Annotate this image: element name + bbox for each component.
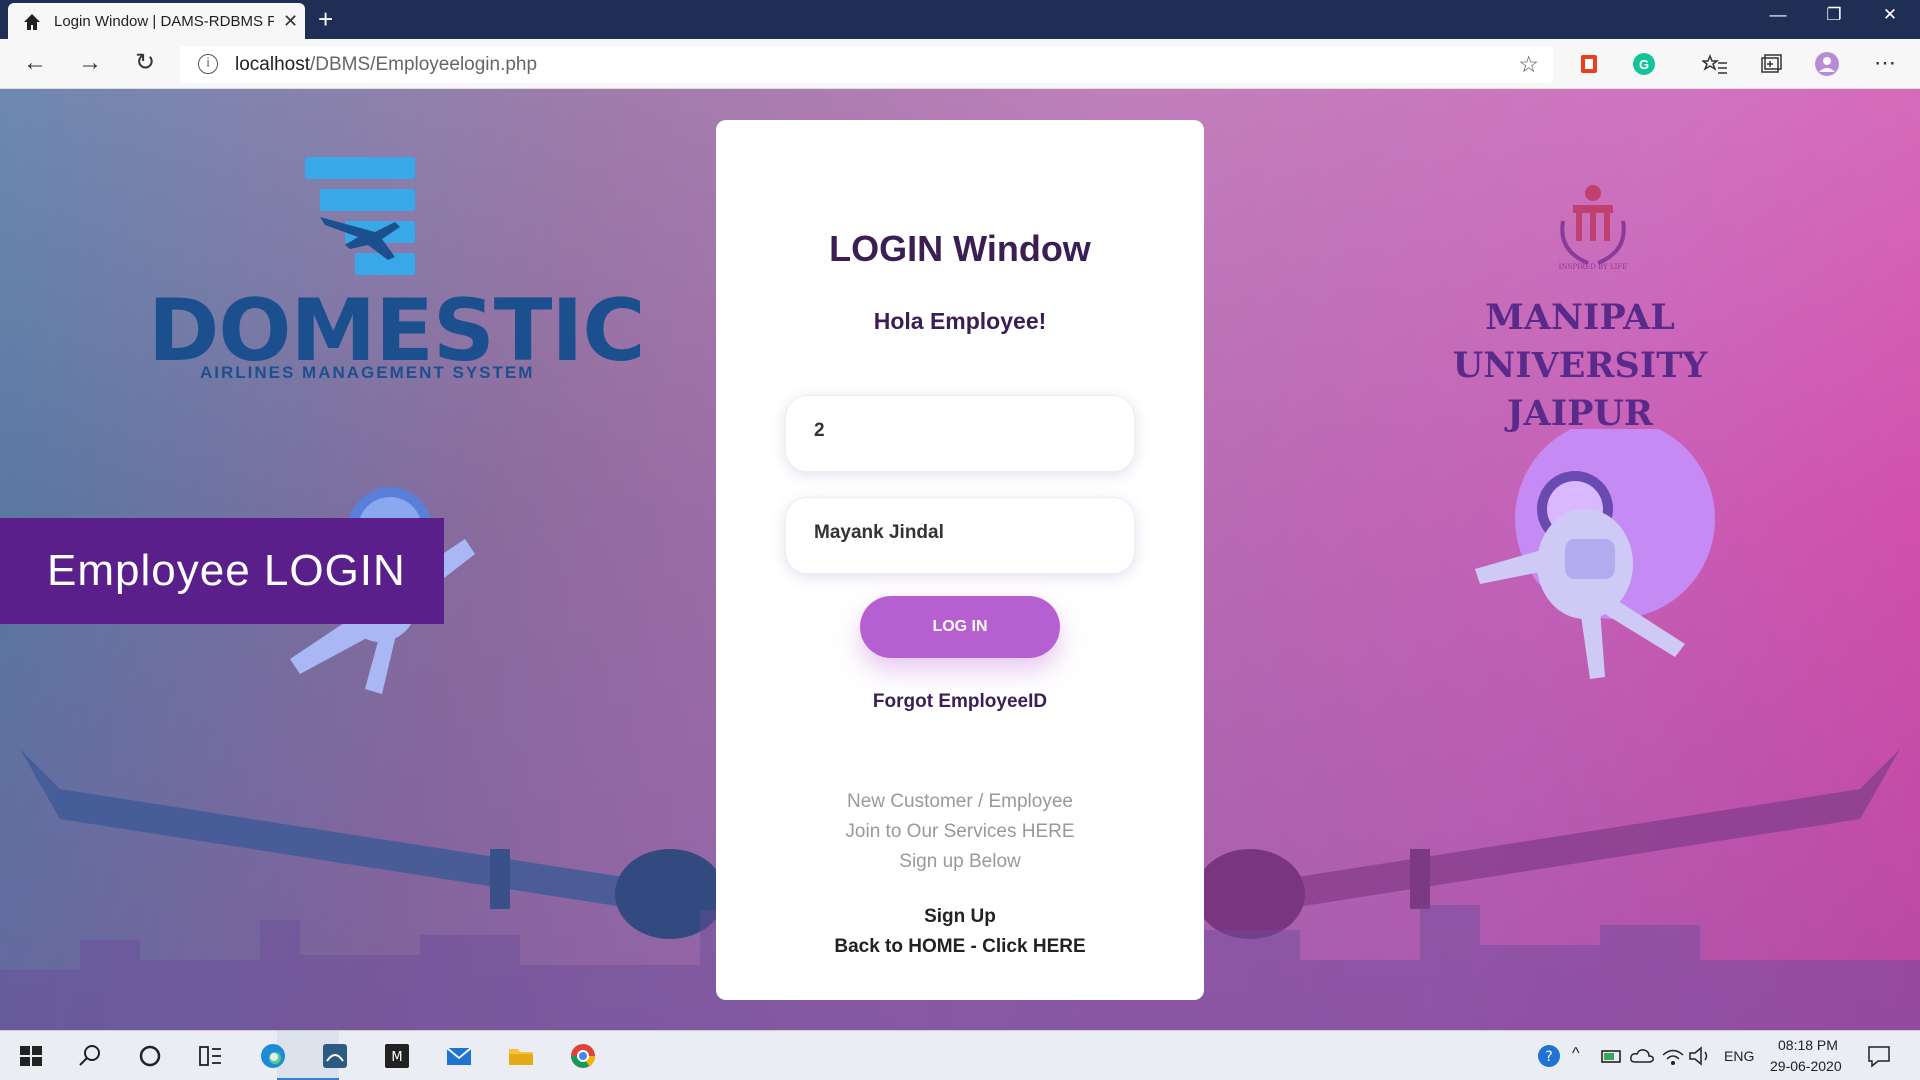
brand-tagline: AIRLINES MANAGEMENT SYSTEM xyxy=(200,363,535,382)
info-icon[interactable]: i xyxy=(198,54,218,74)
search-icon[interactable] xyxy=(75,1041,105,1071)
login-greeting: Hola Employee! xyxy=(873,308,1047,334)
login-card: LOGIN Window Hola Employee! LOG IN Forgo… xyxy=(716,120,1204,1000)
tab-title: Login Window | DAMS-RDBMS P xyxy=(54,13,274,30)
forward-button[interactable]: → xyxy=(75,49,105,79)
login-title: LOGIN Window xyxy=(829,228,1091,269)
employee-id-input[interactable] xyxy=(814,420,1114,442)
signup-link[interactable]: Sign Up xyxy=(716,906,1204,928)
cloud-sync-icon[interactable] xyxy=(1627,1041,1657,1071)
login-button[interactable]: LOG IN xyxy=(860,596,1060,658)
svg-text:M: M xyxy=(391,1050,402,1065)
task-view-icon[interactable] xyxy=(195,1041,225,1071)
back-home-link[interactable]: Back to HOME - Click HERE xyxy=(716,936,1204,958)
browser-toolbar: ← → ↻ i localhost/DBMS/Employeelogin.php… xyxy=(0,39,1920,89)
minimize-button[interactable]: — xyxy=(1750,0,1806,32)
employee-login-banner: Employee LOGIN xyxy=(0,518,444,624)
banner-label: Employee LOGIN xyxy=(47,546,406,595)
restore-button[interactable]: ❐ xyxy=(1806,0,1862,32)
mysql-workbench-icon[interactable] xyxy=(320,1041,350,1071)
more-menu-button[interactable]: ⋯ xyxy=(1870,49,1900,79)
clock-date[interactable]: 29-06-2020 xyxy=(1770,1058,1842,1074)
close-window-button[interactable]: ✕ xyxy=(1862,0,1918,32)
astronaut-illustration-right xyxy=(1475,429,1715,679)
language-indicator[interactable]: ENG xyxy=(1724,1048,1754,1064)
favorite-star-icon[interactable]: ☆ xyxy=(1518,51,1539,78)
browser-tab[interactable]: Login Window | DAMS-RDBMS P ✕ xyxy=(8,3,305,39)
office-icon[interactable] xyxy=(1576,51,1602,77)
svg-text:G: G xyxy=(1639,57,1649,72)
employee-name-input[interactable] xyxy=(814,522,1114,544)
url-text[interactable]: localhost/DBMS/Employeelogin.php xyxy=(235,54,537,76)
close-tab-icon[interactable]: ✕ xyxy=(283,11,298,32)
info-line-1: New Customer / Employee xyxy=(847,791,1073,812)
windows-start-icon[interactable] xyxy=(16,1041,46,1071)
file-explorer-icon[interactable] xyxy=(506,1041,536,1071)
browser-titlebar: Login Window | DAMS-RDBMS P ✕ + — ❐ ✕ xyxy=(0,0,1920,39)
info-line-2: Join to Our Services HERE xyxy=(845,821,1075,842)
profile-avatar-icon[interactable] xyxy=(1814,51,1840,77)
page-background: DOMESTIC AIRLINES MANAGEMENT SYSTEM Empl… xyxy=(0,89,1920,1030)
show-hidden-icons-icon[interactable]: ^ xyxy=(1572,1045,1580,1063)
svg-text:?: ? xyxy=(1545,1049,1552,1065)
back-button[interactable]: ← xyxy=(20,49,50,79)
help-icon[interactable]: ? xyxy=(1535,1041,1565,1071)
info-line-3: Sign up Below xyxy=(899,851,1021,872)
chrome-icon[interactable] xyxy=(568,1041,598,1071)
collections-icon[interactable] xyxy=(1757,51,1783,77)
seal-motto: INSPIRED BY LIFE xyxy=(1559,263,1628,271)
forgot-employee-id-link[interactable]: Forgot EmployeeID xyxy=(716,691,1204,713)
grammarly-icon[interactable]: G xyxy=(1631,51,1657,77)
home-icon xyxy=(24,14,40,30)
refresh-button[interactable]: ↻ xyxy=(130,49,160,79)
battery-icon[interactable] xyxy=(1597,1041,1627,1071)
volume-icon[interactable] xyxy=(1685,1041,1715,1071)
notifications-icon[interactable] xyxy=(1864,1041,1894,1071)
favorites-list-icon[interactable] xyxy=(1702,51,1728,77)
windows-taskbar: M ? ^ ENG 08:18 PM 29-06-2020 xyxy=(0,1030,1920,1080)
wifi-icon[interactable] xyxy=(1658,1041,1688,1071)
employee-id-field[interactable] xyxy=(785,395,1135,472)
employee-name-field[interactable] xyxy=(785,497,1135,574)
app-icon-m[interactable]: M xyxy=(382,1041,412,1071)
airline-logo-icon xyxy=(305,157,415,275)
clock-time[interactable]: 08:18 PM xyxy=(1778,1037,1838,1053)
university-seal-icon: INSPIRED BY LIFE xyxy=(1559,185,1628,271)
cortana-icon[interactable] xyxy=(135,1041,165,1071)
mail-icon[interactable] xyxy=(444,1041,474,1071)
new-tab-button[interactable]: + xyxy=(318,4,333,35)
address-bar[interactable]: i localhost/DBMS/Employeelogin.php ☆ xyxy=(180,46,1553,83)
university-name: MANIPAL UNIVERSITY JAIPUR xyxy=(1452,297,1708,434)
edge-browser-icon[interactable] xyxy=(258,1041,288,1071)
